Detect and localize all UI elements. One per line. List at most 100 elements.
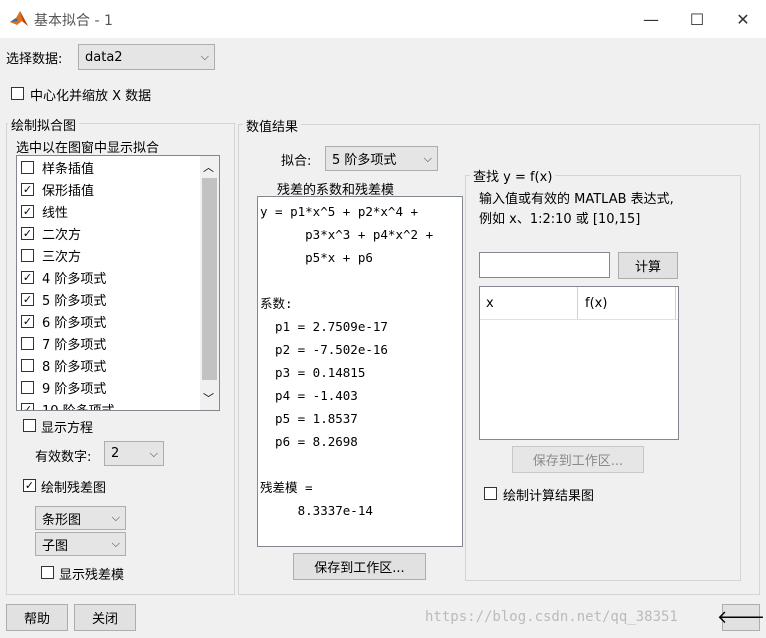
chevron-down-icon[interactable]: ﹀ bbox=[203, 390, 214, 406]
result-line: p5 = 1.8537 bbox=[260, 411, 358, 426]
close-icon[interactable]: ✕ bbox=[720, 0, 766, 38]
sig-digits-label: 有效数字: bbox=[35, 450, 92, 465]
minimize-icon[interactable]: — bbox=[628, 0, 674, 38]
select-data-label: 选择数据: bbox=[6, 52, 63, 67]
save-coefficients-button[interactable]: 保存到工作区... bbox=[293, 553, 426, 580]
residual-type-value: 条形图 bbox=[42, 512, 82, 528]
column-fx: f(x) bbox=[585, 296, 608, 311]
fit-checkbox[interactable]: ✓ bbox=[21, 292, 34, 306]
result-line: p3 = 0.14815 bbox=[260, 365, 366, 380]
fit-checkbox[interactable] bbox=[21, 248, 34, 262]
show-norm-label: 显示残差模 bbox=[59, 568, 125, 583]
chevron-down-icon: ⌵ bbox=[149, 446, 158, 460]
result-line: p3*x^3 + p4*x^2 + bbox=[260, 227, 434, 242]
arrow-left-icon[interactable]: 🡐 bbox=[717, 604, 765, 631]
fit-checkbox[interactable] bbox=[21, 358, 34, 372]
check-icon: ✓ bbox=[22, 182, 33, 196]
fit-checkbox[interactable]: ✓ bbox=[21, 402, 34, 411]
column-divider bbox=[577, 287, 578, 319]
fit-checkbox[interactable] bbox=[21, 160, 34, 174]
chevron-down-icon: ⌵ bbox=[423, 151, 432, 165]
result-line: p6 = 8.2698 bbox=[260, 434, 358, 449]
show-norm-checkbox[interactable] bbox=[41, 566, 54, 579]
fit-checkbox[interactable]: ✓ bbox=[21, 314, 34, 328]
compute-button[interactable]: 计算 bbox=[618, 252, 678, 279]
check-icon: ✓ bbox=[22, 226, 33, 240]
find-title: 查找 y = f(x) bbox=[470, 166, 556, 185]
result-line bbox=[260, 453, 433, 476]
scrollbar-thumb[interactable] bbox=[202, 178, 217, 380]
chevron-up-icon[interactable]: ︿ bbox=[203, 159, 214, 175]
chevron-down-icon: ⌵ bbox=[111, 537, 120, 550]
fit-label: 4 阶多项式 bbox=[42, 271, 107, 287]
fit-checkbox[interactable] bbox=[21, 380, 34, 394]
table-header bbox=[480, 287, 678, 320]
list-item[interactable]: ✓ 线性 bbox=[17, 200, 201, 222]
fit-checkbox[interactable]: ✓ bbox=[21, 204, 34, 218]
fit-select-value: 5 阶多项式 bbox=[332, 153, 397, 168]
residual-location-select[interactable]: 子图 ⌵ bbox=[35, 532, 126, 556]
list-item[interactable]: 三次方 bbox=[17, 244, 201, 266]
list-item[interactable]: 7 阶多项式 bbox=[17, 332, 201, 354]
list-item[interactable]: ✓ 6 阶多项式 bbox=[17, 310, 201, 332]
result-line bbox=[260, 269, 433, 292]
result-line: p4 = -1.403 bbox=[260, 388, 358, 403]
column-divider bbox=[675, 287, 676, 319]
results-table: x f(x) bbox=[479, 286, 679, 440]
plot-residuals-checkbox[interactable]: ✓ bbox=[23, 479, 36, 492]
plot-results-checkbox[interactable] bbox=[484, 487, 497, 500]
check-icon: ✓ bbox=[22, 270, 33, 284]
fit-label: 线性 bbox=[42, 205, 69, 221]
expression-input[interactable] bbox=[479, 252, 610, 278]
center-scale-checkbox[interactable] bbox=[11, 87, 24, 100]
help-button[interactable]: 帮助 bbox=[6, 604, 68, 631]
find-desc-line2: 例如 x、1:2:10 或 [10,15] bbox=[479, 212, 641, 227]
list-item[interactable]: ✓ 10 阶多项式 bbox=[17, 398, 201, 411]
coefficients-box: y = p1*x^5 + p2*x^4 + p3*x^3 + p4*x^2 + … bbox=[257, 196, 463, 547]
matlab-logo-icon bbox=[10, 11, 28, 26]
fit-list: 样条插值 ✓ 保形插值 ✓ 线性 ✓ 二次方三次方 ✓ 4 阶多项式 ✓ 5 阶多项式 ✓ 6 阶多项式… bbox=[16, 155, 220, 411]
window-title: 基本拟合 - 1 bbox=[34, 13, 113, 29]
list-item[interactable]: 8 阶多项式 bbox=[17, 354, 201, 376]
result-line: 8.3337e-14 bbox=[260, 503, 373, 518]
fit-select[interactable]: 5 阶多项式 ⌵ bbox=[325, 146, 438, 171]
save-results-button[interactable]: 保存到工作区... bbox=[512, 446, 644, 473]
fit-label: 5 阶多项式 bbox=[42, 293, 107, 309]
list-item[interactable]: 9 阶多项式 bbox=[17, 376, 201, 398]
close-button[interactable]: 关闭 bbox=[74, 604, 136, 631]
list-item[interactable]: ✓ 二次方 bbox=[17, 222, 201, 244]
fit-list-scrollbar[interactable]: ︿ ﹀ bbox=[200, 156, 219, 410]
fit-label: 9 阶多项式 bbox=[42, 381, 107, 397]
check-icon: ✓ bbox=[22, 314, 33, 328]
residual-type-select[interactable]: 条形图 ⌵ bbox=[35, 506, 126, 530]
fit-label: 三次方 bbox=[42, 249, 82, 265]
list-item[interactable]: ✓ 保形插值 bbox=[17, 178, 201, 200]
sig-digits-select[interactable]: 2 ⌵ bbox=[104, 441, 164, 466]
check-icon: ✓ bbox=[22, 402, 33, 411]
show-equation-checkbox[interactable] bbox=[23, 419, 36, 432]
fit-label: 保形插值 bbox=[42, 183, 95, 199]
result-line: 系数: bbox=[260, 296, 293, 311]
result-line: p1 = 2.7509e-17 bbox=[260, 319, 388, 334]
column-x: x bbox=[486, 296, 494, 311]
list-item[interactable]: ✓ 4 阶多项式 bbox=[17, 266, 201, 288]
fit-checkbox[interactable]: ✓ bbox=[21, 182, 34, 196]
fit-checkbox[interactable]: ✓ bbox=[21, 226, 34, 240]
list-item[interactable]: ✓ 5 阶多项式 bbox=[17, 288, 201, 310]
sig-digits-value: 2 bbox=[111, 446, 120, 461]
list-item[interactable]: 样条插值 bbox=[17, 156, 201, 178]
fit-label: 8 阶多项式 bbox=[42, 359, 107, 375]
fit-checkbox[interactable]: ✓ bbox=[21, 270, 34, 284]
show-equation-label: 显示方程 bbox=[41, 421, 94, 436]
fit-label: 6 阶多项式 bbox=[42, 315, 107, 331]
fit-label: 10 阶多项式 bbox=[42, 403, 115, 411]
plot-residuals-label: 绘制残差图 bbox=[41, 481, 107, 496]
fit-checkbox[interactable] bbox=[21, 336, 34, 350]
data-select[interactable]: data2 ⌵ bbox=[78, 44, 215, 70]
fit-label: 二次方 bbox=[42, 227, 82, 243]
data-select-value: data2 bbox=[85, 49, 123, 65]
maximize-icon[interactable]: ☐ bbox=[674, 0, 720, 38]
check-icon: ✓ bbox=[22, 292, 33, 306]
fit-label: 样条插值 bbox=[42, 161, 95, 177]
chevron-down-icon: ⌵ bbox=[111, 511, 120, 524]
